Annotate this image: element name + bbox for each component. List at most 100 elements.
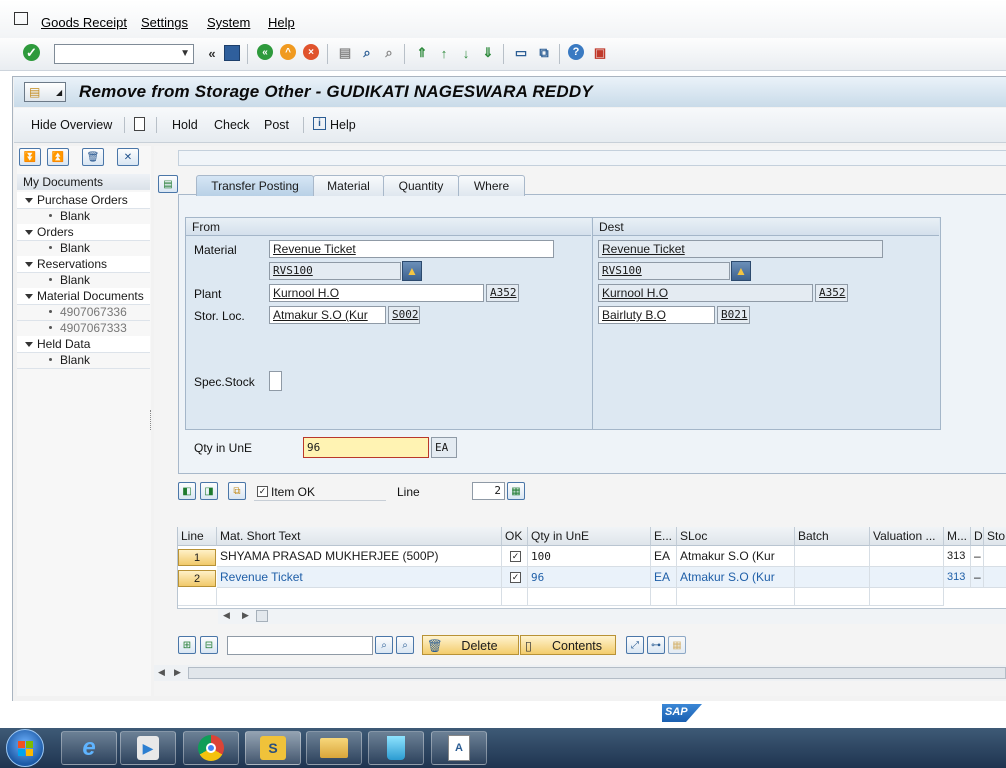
hold-button[interactable]: Hold bbox=[172, 118, 198, 132]
ok-checkbox[interactable]: ✓ bbox=[510, 551, 521, 562]
scroll-thumb[interactable] bbox=[256, 610, 268, 622]
new-session-icon[interactable]: ▭ bbox=[512, 44, 530, 62]
mountain-icon[interactable]: ▲ bbox=[731, 261, 751, 281]
column-header[interactable]: Sto bbox=[984, 527, 1006, 546]
column-header[interactable]: Mat. Short Text bbox=[217, 527, 502, 546]
table-cell[interactable]: 313 bbox=[944, 546, 971, 567]
table-cell[interactable] bbox=[502, 588, 528, 606]
table-cell[interactable] bbox=[795, 546, 870, 567]
table-cell[interactable]: 313 bbox=[944, 567, 971, 588]
previous-item-icon[interactable]: ◧ bbox=[178, 482, 196, 500]
table-cell[interactable]: ✓ bbox=[502, 567, 528, 588]
tree-node-orders[interactable]: Orders bbox=[17, 224, 150, 241]
menu-goods-receipt[interactable]: Goods Receipt bbox=[41, 15, 127, 30]
copy-icon[interactable]: ⧉ bbox=[228, 482, 246, 500]
tree-item[interactable]: Blank bbox=[17, 352, 150, 369]
spec-stock-field[interactable] bbox=[269, 371, 282, 391]
first-page-icon[interactable]: ⇑ bbox=[413, 44, 431, 62]
next-item-icon[interactable]: ◨ bbox=[200, 482, 218, 500]
scroll-left-icon[interactable]: ◀ bbox=[223, 610, 230, 621]
delete-icon[interactable]: 🗑 bbox=[82, 148, 104, 166]
table-cell[interactable] bbox=[984, 567, 1006, 588]
deselect-all-icon[interactable]: ⊟ bbox=[200, 636, 218, 654]
last-page-icon[interactable]: ⇓ bbox=[479, 44, 497, 62]
table-cell[interactable] bbox=[795, 588, 870, 606]
hierarchy-icon[interactable]: ⊶ bbox=[647, 636, 665, 654]
tab-material[interactable]: Material bbox=[313, 175, 384, 196]
table-cell[interactable]: 100 bbox=[528, 546, 651, 567]
taskbar-sap-logon[interactable]: S bbox=[245, 731, 301, 765]
table-cell[interactable]: Atmakur S.O (Kur bbox=[677, 546, 795, 567]
table-cell[interactable] bbox=[178, 588, 217, 606]
taskbar-media-player[interactable]: ▶ bbox=[120, 731, 176, 765]
close-icon[interactable]: ✕ bbox=[117, 148, 139, 166]
tree-item[interactable]: Blank bbox=[17, 272, 150, 289]
exit-icon[interactable]: ^ bbox=[280, 44, 296, 60]
table-cell[interactable]: Revenue Ticket bbox=[217, 567, 502, 588]
command-field[interactable]: ▼ bbox=[54, 44, 194, 64]
menu-help[interactable]: Help bbox=[268, 15, 295, 30]
table-cell[interactable]: SHYAMA PRASAD MUKHERJEE (500P) bbox=[217, 546, 502, 567]
taskbar-chrome[interactable] bbox=[183, 731, 239, 765]
table-cell[interactable]: Atmakur S.O (Kur bbox=[677, 567, 795, 588]
expand-icon[interactable]: ⤢ bbox=[626, 636, 644, 654]
taskbar-document-viewer[interactable]: A bbox=[431, 731, 487, 765]
next-page-icon[interactable]: ↓ bbox=[457, 44, 475, 62]
post-button[interactable]: Post bbox=[264, 118, 289, 132]
scroll-thumb[interactable] bbox=[188, 667, 1006, 679]
table-cell[interactable]: – bbox=[971, 567, 984, 588]
layout-icon[interactable]: ▦ bbox=[668, 636, 686, 654]
system-menu-button[interactable]: ▤ ◢ bbox=[24, 82, 66, 102]
collapse-all-icon[interactable]: ⏫ bbox=[47, 148, 69, 166]
row-selector[interactable]: 2 bbox=[178, 570, 216, 587]
enter-icon[interactable]: ✓ bbox=[23, 44, 40, 61]
mountain-icon[interactable]: ▲ bbox=[402, 261, 422, 281]
table-cell[interactable] bbox=[870, 588, 944, 606]
back-icon[interactable]: « bbox=[257, 44, 273, 60]
info-icon[interactable]: i bbox=[313, 117, 326, 130]
hide-overview-button[interactable]: Hide Overview bbox=[31, 118, 112, 132]
taskbar-recycle[interactable] bbox=[368, 731, 424, 765]
menu-icon[interactable] bbox=[14, 12, 28, 25]
item-ok-checkbox[interactable]: ✓ bbox=[257, 486, 268, 497]
tab-where[interactable]: Where bbox=[458, 175, 525, 196]
select-all-icon[interactable]: ⊞ bbox=[178, 636, 196, 654]
table-cell[interactable] bbox=[528, 588, 651, 606]
layout-icon[interactable]: ▣ bbox=[591, 44, 609, 62]
help-icon[interactable]: ? bbox=[568, 44, 584, 60]
save-icon[interactable] bbox=[223, 44, 241, 62]
table-cell[interactable] bbox=[870, 567, 944, 588]
double-left-icon[interactable]: « bbox=[203, 44, 221, 62]
tab-transfer-posting[interactable]: Transfer Posting bbox=[196, 175, 314, 196]
tree-node-reservations[interactable]: Reservations bbox=[17, 256, 150, 273]
tree-node-held-data[interactable]: Held Data bbox=[17, 336, 150, 353]
find-icon[interactable]: ⌕ bbox=[358, 44, 376, 62]
from-material-field[interactable]: Revenue Ticket bbox=[269, 240, 554, 258]
qty-field[interactable]: 96 bbox=[303, 437, 429, 458]
table-cell[interactable]: ✓ bbox=[502, 546, 528, 567]
table-cell[interactable] bbox=[217, 588, 502, 606]
go-to-line-icon[interactable]: ▦ bbox=[507, 482, 525, 500]
tree-item[interactable]: Blank bbox=[17, 208, 150, 225]
tree-item[interactable]: 4907067333 bbox=[17, 320, 150, 337]
scroll-left-icon[interactable]: ◀ bbox=[158, 667, 165, 678]
prev-page-icon[interactable]: ↑ bbox=[435, 44, 453, 62]
from-plant-field[interactable]: Kurnool H.O bbox=[269, 284, 484, 302]
print-icon[interactable]: ▤ bbox=[336, 44, 354, 62]
contents-button[interactable]: ▯ Contents bbox=[520, 635, 616, 655]
expand-all-icon[interactable]: ⏬ bbox=[19, 148, 41, 166]
start-button[interactable] bbox=[6, 729, 44, 767]
taskbar-internet-explorer[interactable]: e bbox=[61, 731, 117, 765]
scroll-right-icon[interactable]: ▶ bbox=[242, 610, 249, 621]
tree-item[interactable]: Blank bbox=[17, 240, 150, 257]
column-header[interactable]: Batch bbox=[795, 527, 870, 546]
find-next-icon[interactable]: ⌕ bbox=[380, 44, 398, 62]
table-scrollbar[interactable]: ◀ ▶ bbox=[218, 609, 1006, 624]
new-document-icon[interactable] bbox=[134, 117, 145, 131]
column-header[interactable]: M... bbox=[944, 527, 971, 546]
tree-item[interactable]: 4907067336 bbox=[17, 304, 150, 321]
find-next-icon[interactable]: ⌕ bbox=[396, 636, 414, 654]
menu-settings[interactable]: Settings bbox=[141, 15, 188, 30]
check-button[interactable]: Check bbox=[214, 118, 249, 132]
find-icon[interactable]: ⌕ bbox=[375, 636, 393, 654]
